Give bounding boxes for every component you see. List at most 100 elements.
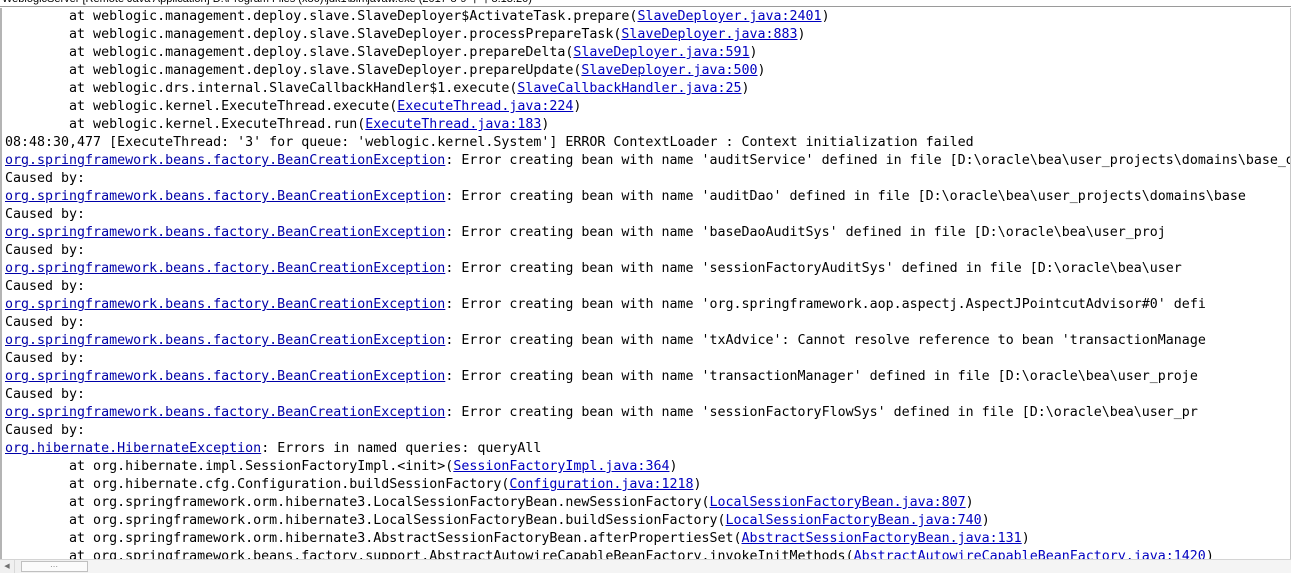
console-line: at org.springframework.orm.hibernate3.Lo…: [2, 494, 1290, 512]
console-line: 08:48:30,477 [ExecuteThread: '3' for que…: [2, 134, 1290, 152]
exception-type-link[interactable]: org.springframework.beans.factory.BeanCr…: [5, 405, 445, 420]
console-text: ): [749, 45, 758, 60]
stack-trace-link[interactable]: SlaveCallbackHandler.java:25: [517, 81, 741, 96]
exception-type-link[interactable]: org.springframework.beans.factory.BeanCr…: [5, 225, 445, 240]
console-line: Caused by:: [2, 170, 1290, 188]
console-line: at org.hibernate.cfg.Configuration.build…: [2, 476, 1290, 494]
scroll-left-arrow-icon[interactable]: ◀: [0, 560, 15, 573]
horizontal-scrollbar[interactable]: ◀ ⋯: [0, 559, 1291, 573]
console-line: at weblogic.drs.internal.SlaveCallbackHa…: [2, 80, 1290, 98]
console-line: org.springframework.beans.factory.BeanCr…: [2, 368, 1290, 386]
console-text: : Error creating bean with name 'session…: [445, 405, 1198, 420]
console-line: at weblogic.management.deploy.slave.Slav…: [2, 26, 1290, 44]
console-text: ): [741, 81, 750, 96]
console-line: Caused by:: [2, 386, 1290, 404]
console-text: Caused by:: [5, 279, 86, 294]
scrollbar-grip-icon: ⋯: [50, 561, 59, 571]
exception-type-link[interactable]: org.springframework.beans.factory.BeanCr…: [5, 153, 445, 168]
console-line: Caused by:: [2, 314, 1290, 332]
stack-trace-link[interactable]: SlaveDeployer.java:591: [573, 45, 749, 60]
console-line: at weblogic.management.deploy.slave.Slav…: [2, 62, 1290, 80]
console-line: at org.hibernate.impl.SessionFactoryImpl…: [2, 458, 1290, 476]
stack-trace-link[interactable]: SlaveDeployer.java:2401: [637, 9, 821, 24]
horizontal-scrollbar-thumb[interactable]: ⋯: [21, 561, 88, 572]
stack-trace-link[interactable]: LocalSessionFactoryBean.java:807: [709, 495, 965, 510]
console-text: at org.springframework.beans.factory.sup…: [5, 549, 854, 559]
console-line: at org.springframework.beans.factory.sup…: [2, 548, 1290, 559]
console-text: at weblogic.drs.internal.SlaveCallbackHa…: [5, 81, 518, 96]
console-text: ): [821, 9, 830, 24]
tab-underline-divider: [0, 6, 1291, 7]
console-line: org.springframework.beans.factory.BeanCr…: [2, 152, 1290, 170]
console-text: : Error creating bean with name 'org.spr…: [445, 297, 1206, 312]
console-line: Caused by:: [2, 206, 1290, 224]
stack-trace-link[interactable]: SessionFactoryImpl.java:364: [453, 459, 669, 474]
horizontal-scrollbar-track[interactable]: [88, 560, 1291, 573]
exception-type-link[interactable]: org.springframework.beans.factory.BeanCr…: [5, 189, 445, 204]
console-line: org.springframework.beans.factory.BeanCr…: [2, 260, 1290, 278]
console-text: : Error creating bean with name 'transac…: [445, 369, 1198, 384]
stack-trace-link[interactable]: SlaveDeployer.java:500: [581, 63, 757, 78]
exception-type-link[interactable]: org.springframework.beans.factory.BeanCr…: [5, 369, 445, 384]
console-line: at org.springframework.orm.hibernate3.Lo…: [2, 512, 1290, 530]
console-text: at weblogic.management.deploy.slave.Slav…: [5, 27, 622, 42]
console-text: ): [573, 99, 582, 114]
console-line: Caused by:: [2, 422, 1290, 440]
console-line: org.springframework.beans.factory.BeanCr…: [2, 188, 1290, 206]
console-text: at weblogic.kernel.ExecuteThread.execute…: [5, 99, 398, 114]
console-text: ): [981, 513, 990, 528]
console-text: : Error creating bean with name 'session…: [445, 261, 1182, 276]
stack-trace-link[interactable]: LocalSessionFactoryBean.java:740: [726, 513, 982, 528]
console-text: : Error creating bean with name 'txAdvic…: [445, 333, 1206, 348]
stack-trace-link[interactable]: ExecuteThread.java:183: [365, 117, 541, 132]
console-text: at weblogic.management.deploy.slave.Slav…: [5, 45, 574, 60]
console-text: ): [541, 117, 550, 132]
console-text: : Errors in named queries: queryAll: [261, 441, 542, 456]
stack-trace-link[interactable]: ExecuteThread.java:224: [397, 99, 573, 114]
console-line: org.springframework.beans.factory.BeanCr…: [2, 224, 1290, 242]
console-text: at weblogic.management.deploy.slave.Slav…: [5, 63, 582, 78]
console-line: org.springframework.beans.factory.BeanCr…: [2, 296, 1290, 314]
stack-trace-link[interactable]: SlaveDeployer.java:883: [621, 27, 797, 42]
console-text: Caused by:: [5, 171, 86, 186]
console-text: : Error creating bean with name 'auditDa…: [445, 189, 1246, 204]
console-line: Caused by:: [2, 278, 1290, 296]
console-text: ): [669, 459, 678, 474]
exception-type-link[interactable]: org.springframework.beans.factory.BeanCr…: [5, 333, 445, 348]
console-text: : Error creating bean with name 'baseDao…: [445, 225, 1166, 240]
console-text: ): [757, 63, 766, 78]
exception-type-link[interactable]: org.hibernate.HibernateException: [5, 441, 261, 456]
triangle-left-icon: ◀: [4, 562, 10, 570]
console-view: WeblogicServer [Remote Java Application]…: [0, 0, 1291, 573]
exception-type-link[interactable]: org.springframework.beans.factory.BeanCr…: [5, 261, 445, 276]
console-text: ): [693, 477, 702, 492]
console-view-tab-strip[interactable]: WeblogicServer [Remote Java Application]…: [0, 0, 1291, 7]
console-text: ): [797, 27, 806, 42]
console-text: at org.springframework.orm.hibernate3.Lo…: [5, 495, 710, 510]
console-text: Caused by:: [5, 423, 86, 438]
console-output-text-area[interactable]: at weblogic.management.deploy.slave.Slav…: [0, 8, 1291, 559]
console-text: Caused by:: [5, 351, 86, 366]
console-line: at weblogic.management.deploy.slave.Slav…: [2, 8, 1290, 26]
stack-trace-link[interactable]: AbstractSessionFactoryBean.java:131: [742, 531, 1022, 546]
console-text: 08:48:30,477 [ExecuteThread: '3' for que…: [5, 135, 974, 150]
console-text: Caused by:: [5, 387, 86, 402]
console-text: ): [1021, 531, 1030, 546]
stack-trace-link[interactable]: Configuration.java:1218: [509, 477, 693, 492]
exception-type-link[interactable]: org.springframework.beans.factory.BeanCr…: [5, 297, 445, 312]
console-text: at org.springframework.orm.hibernate3.Ab…: [5, 531, 742, 546]
console-line: at weblogic.kernel.ExecuteThread.run(Exe…: [2, 116, 1290, 134]
console-text: Caused by:: [5, 207, 86, 222]
console-text: at org.springframework.orm.hibernate3.Lo…: [5, 513, 726, 528]
stack-trace-link[interactable]: AbstractAutowireCapableBeanFactory.java:…: [854, 549, 1206, 559]
console-line: at org.springframework.orm.hibernate3.Ab…: [2, 530, 1290, 548]
console-line: Caused by:: [2, 350, 1290, 368]
console-line: org.springframework.beans.factory.BeanCr…: [2, 404, 1290, 422]
console-line: at weblogic.management.deploy.slave.Slav…: [2, 44, 1290, 62]
console-text: ): [965, 495, 974, 510]
console-text: at org.hibernate.cfg.Configuration.build…: [5, 477, 510, 492]
console-text: ): [1205, 549, 1214, 559]
console-line: Caused by:: [2, 242, 1290, 260]
console-text: at weblogic.kernel.ExecuteThread.run(: [5, 117, 366, 132]
console-text: at org.hibernate.impl.SessionFactoryImpl…: [5, 459, 454, 474]
